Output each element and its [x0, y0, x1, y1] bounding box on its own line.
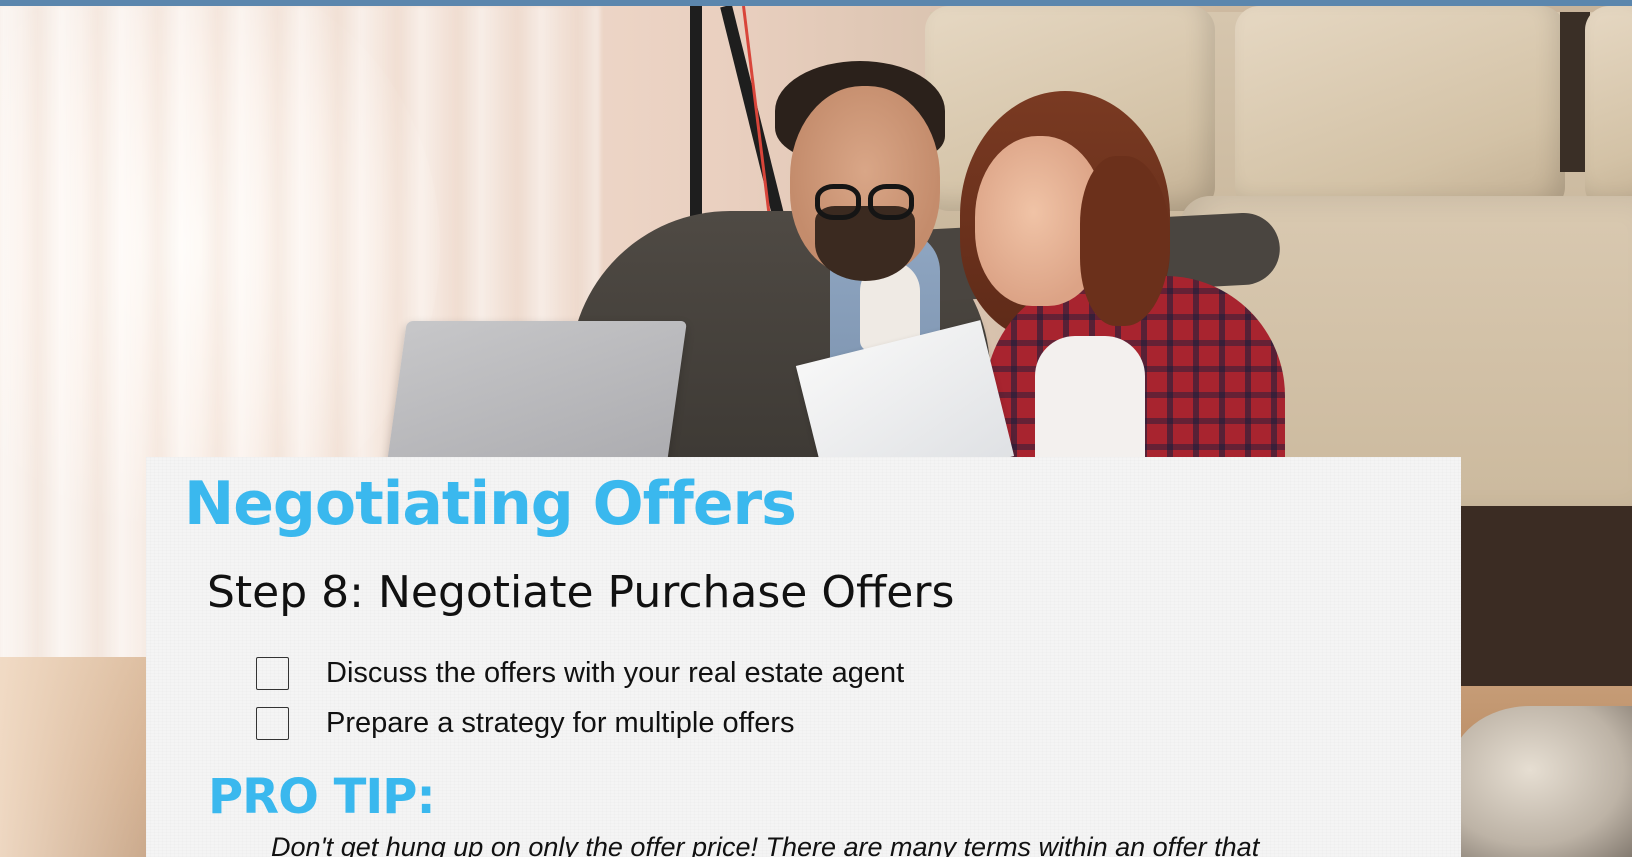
empty-checkbox-icon[interactable] — [256, 656, 289, 690]
rug — [1450, 706, 1632, 857]
glasses-icon — [815, 184, 861, 220]
woman-top — [1035, 336, 1145, 476]
sofa-cushion — [1585, 6, 1632, 211]
checklist-item: Discuss the offers with your real estate… — [256, 648, 904, 698]
woman-hair-front — [1080, 156, 1170, 326]
checklist-item-label: Discuss the offers with your real estate… — [326, 656, 905, 689]
sofa-cushion — [1235, 6, 1565, 211]
step-heading: Step 8: Negotiate Purchase Offers — [207, 567, 955, 618]
empty-checkbox-icon[interactable] — [256, 706, 289, 740]
glasses-icon — [868, 184, 914, 220]
content-card: Negotiating Offers Step 8: Negotiate Pur… — [146, 457, 1461, 857]
pro-tip-heading: PRO TIP: — [208, 769, 436, 825]
pro-tip-text: Don't get hung up on only the offer pric… — [271, 832, 1260, 857]
checklist: Discuss the offers with your real estate… — [256, 648, 904, 748]
top-accent-bar — [0, 0, 1632, 6]
sofa-base — [1460, 506, 1632, 686]
page-title: Negotiating Offers — [184, 469, 797, 539]
checklist-item: Prepare a strategy for multiple offers — [256, 698, 904, 748]
checklist-item-label: Prepare a strategy for multiple offers — [326, 706, 795, 739]
